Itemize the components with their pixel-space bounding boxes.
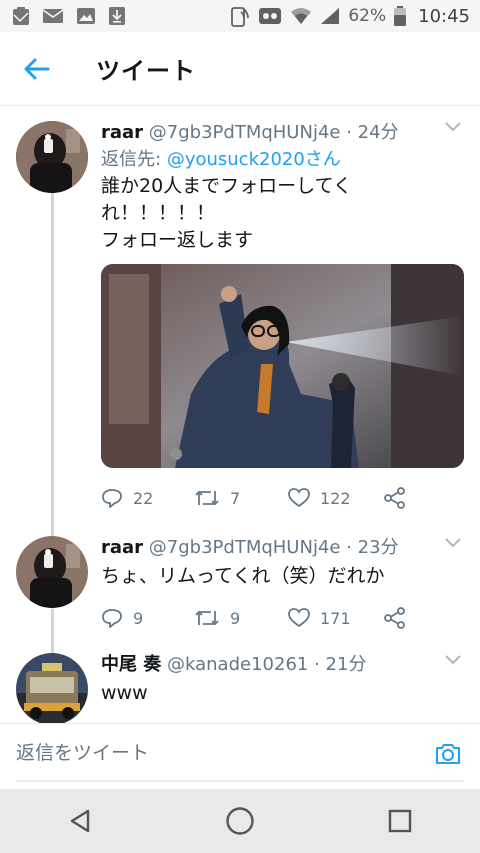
reply-composer: 返信をツイート [0, 723, 480, 789]
tweet-text-line: www [101, 682, 148, 704]
tweet-time: · 21分 [314, 654, 367, 675]
like-count: 171 [320, 608, 351, 628]
retweet-button[interactable]: 9 [194, 608, 288, 628]
tweet-meta: 中尾 奏 @kanade10261 · 21分 [101, 653, 466, 677]
nav-home-button[interactable] [200, 789, 280, 853]
media-photo [101, 264, 464, 468]
heart-icon [288, 488, 310, 508]
display-name[interactable]: raar [101, 122, 143, 143]
avatar-image [16, 653, 88, 723]
tweet-time: · 24分 [346, 122, 399, 143]
avatar[interactable] [16, 653, 88, 723]
camera-button[interactable] [434, 742, 462, 770]
system-nav-bar [0, 789, 480, 853]
reply-button[interactable]: 22 [101, 488, 194, 508]
tweet-text: ちょ、リムってくれ（笑）だれか [101, 563, 466, 590]
share-button[interactable] [384, 487, 424, 509]
like-count: 122 [320, 488, 351, 508]
back-triangle-icon [70, 809, 90, 833]
chevron-down-icon [445, 122, 461, 132]
tweet[interactable]: 中尾 奏 @kanade10261 · 21分 www 17 [0, 640, 480, 723]
notification-icons [12, 6, 126, 26]
user-handle[interactable]: @7gb3PdTMqHUNj4e [149, 537, 341, 558]
tweet-text: www [101, 680, 466, 707]
back-button[interactable] [0, 32, 74, 106]
display-name[interactable]: raar [101, 537, 143, 558]
voicemail-icon [258, 7, 282, 25]
tweet[interactable]: raar @7gb3PdTMqHUNj4e · 23分 ちょ、リムってくれ（笑）… [0, 523, 480, 646]
avatar-image [16, 536, 88, 608]
avatar-image [16, 121, 88, 193]
tweet-text-line: フォロー返します [101, 229, 254, 251]
tweet-body: raar @7gb3PdTMqHUNj4e · 24分 返信先: @yousuc… [101, 121, 466, 514]
avatar[interactable] [16, 121, 88, 193]
retweet-count: 7 [230, 488, 241, 508]
reply-mention-link[interactable]: @yousuck2020さん [167, 149, 341, 170]
image-icon [76, 7, 96, 25]
reply-button[interactable]: 9 [101, 608, 194, 628]
reply-icon [102, 609, 122, 628]
tweet-meta: raar @7gb3PdTMqHUNj4e · 23分 [101, 536, 466, 560]
chevron-down-icon [445, 538, 461, 548]
tweet[interactable]: raar @7gb3PdTMqHUNj4e · 24分 返信先: @yousuc… [0, 107, 480, 527]
recents-square-icon [388, 809, 412, 833]
wifi-icon [290, 7, 312, 25]
tweet-options-button[interactable] [444, 533, 462, 552]
app-header: ツイート [0, 32, 480, 106]
tweet-time: · 23分 [346, 537, 399, 558]
reply-input[interactable]: 返信をツイート [16, 738, 420, 768]
clock: 10:45 [418, 5, 470, 27]
tweet-options-button[interactable] [444, 650, 462, 669]
tweet-options-button[interactable] [444, 117, 462, 136]
like-button[interactable]: 171 [288, 608, 384, 628]
user-handle[interactable]: @7gb3PdTMqHUNj4e [149, 122, 341, 143]
nfc-icon [228, 5, 250, 27]
page-title: ツイート [96, 57, 196, 85]
avatar[interactable] [16, 536, 88, 608]
tweet-text-line: ちょ、リムってくれ（笑）だれか [101, 565, 385, 587]
reply-prefix: 返信先: [101, 149, 162, 170]
tweet-text-line: れ！！！！！ [101, 202, 216, 224]
battery-percent: 62% [348, 6, 387, 26]
tweet-body: 中尾 奏 @kanade10261 · 21分 www 17 [101, 653, 466, 723]
retweet-icon [195, 611, 219, 625]
download-icon [108, 6, 126, 26]
reply-count: 9 [133, 608, 144, 628]
tweet-text-line: 誰か20人までフォローしてく [101, 175, 353, 197]
display-name[interactable]: 中尾 奏 [101, 654, 161, 675]
mail-icon [42, 8, 64, 24]
like-button[interactable]: 122 [288, 488, 384, 508]
share-button[interactable] [384, 607, 424, 629]
clipboard-icon [12, 6, 30, 26]
retweet-button[interactable]: 7 [194, 488, 288, 508]
back-arrow-icon [24, 58, 50, 79]
tweet-media-image[interactable] [101, 264, 464, 468]
nav-back-button[interactable] [40, 789, 120, 853]
camera-icon [436, 744, 460, 764]
retweet-count: 9 [230, 608, 241, 628]
reply-context: 返信先: @yousuck2020さん [101, 147, 466, 173]
battery-icon [394, 6, 407, 26]
tweet-actions: 22 7 122 [101, 482, 466, 514]
status-bar: 62% 10:45 [0, 0, 480, 32]
cell-signal-icon [320, 7, 340, 25]
tweet-meta: raar @7gb3PdTMqHUNj4e · 24分 [101, 121, 466, 145]
share-icon [384, 487, 405, 509]
nav-recents-button[interactable] [360, 789, 440, 853]
retweet-icon [195, 491, 219, 505]
reply-count: 22 [133, 488, 154, 508]
share-icon [384, 607, 405, 629]
system-icons: 62% 10:45 [228, 5, 470, 27]
tweet-text: 誰か20人までフォローしてく れ！！！！！ フォロー返します [101, 173, 466, 254]
home-circle-icon [226, 807, 254, 835]
tweet-actions: 9 9 171 [101, 602, 466, 634]
reply-input-underline [16, 780, 464, 782]
chevron-down-icon [445, 655, 461, 665]
tweet-body: raar @7gb3PdTMqHUNj4e · 23分 ちょ、リムってくれ（笑）… [101, 536, 466, 634]
user-handle[interactable]: @kanade10261 [167, 654, 308, 675]
reply-icon [102, 489, 122, 508]
tweet-thread: raar @7gb3PdTMqHUNj4e · 24分 返信先: @yousuc… [0, 107, 480, 723]
heart-icon [288, 608, 310, 628]
